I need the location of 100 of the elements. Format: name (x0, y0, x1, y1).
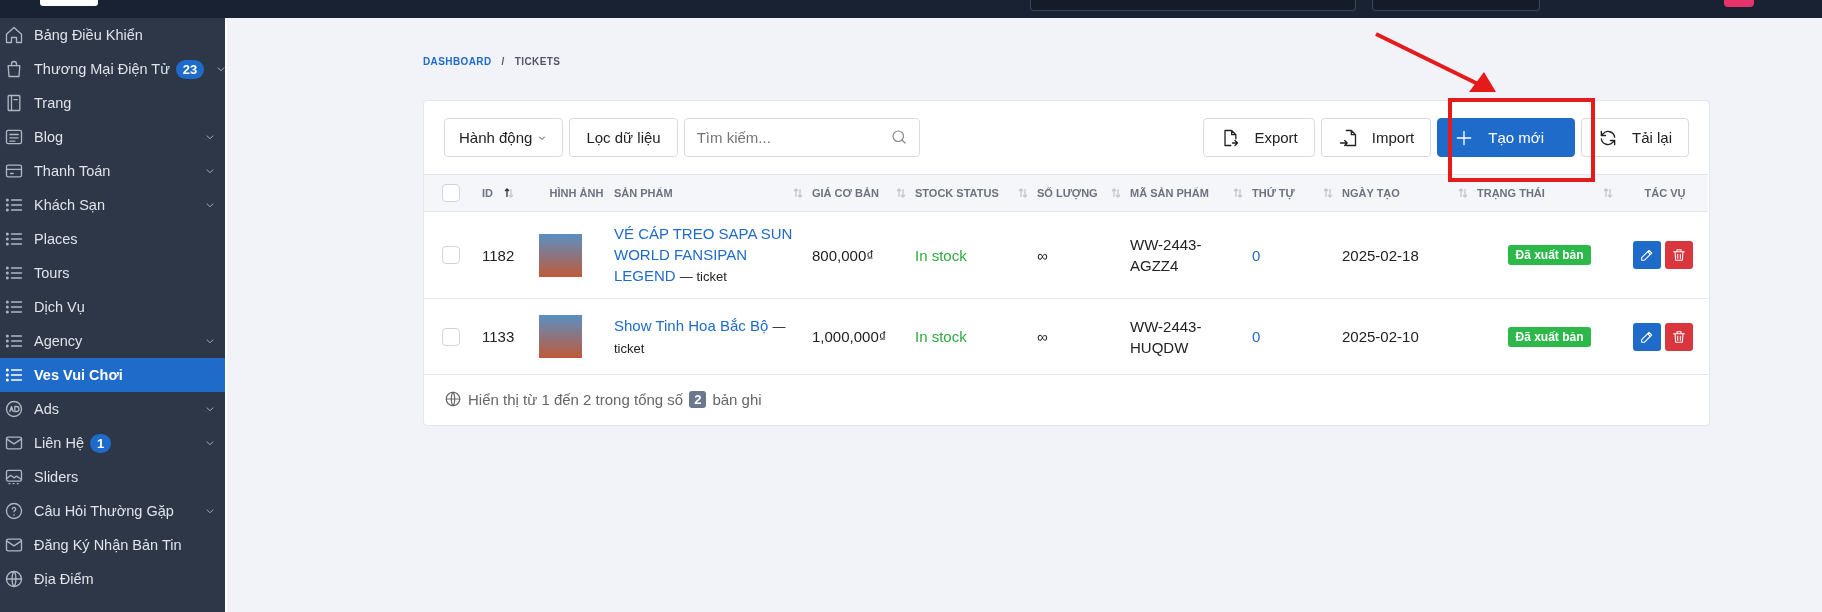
sidebar-label: Tours (34, 265, 70, 281)
order-link[interactable]: 0 (1252, 328, 1261, 345)
sort-icon[interactable] (1017, 187, 1029, 199)
sidebar-label: Địa Điểm (34, 571, 94, 587)
sidebar-item[interactable]: Bảng Điều Khiển (0, 18, 225, 52)
sidebar-label: Câu Hỏi Thường Gặp (34, 503, 174, 519)
sort-ascending-icon[interactable] (503, 187, 515, 199)
sidebar-label: Sliders (34, 469, 79, 485)
breadcrumb-link[interactable]: DASHBOARD (423, 55, 492, 67)
column-header: STOCK STATUS (915, 187, 999, 199)
search-icon (889, 128, 908, 146)
sidebar-item[interactable]: Ads (0, 392, 225, 426)
reload-button[interactable]: Tải lại (1581, 118, 1689, 157)
file-import-icon (1337, 127, 1358, 148)
column-header: TRẠNG THÁI (1477, 187, 1545, 199)
count-badge: 1 (90, 433, 112, 453)
photo-placeholder (539, 233, 582, 277)
globe-icon (444, 390, 462, 408)
column-header: MÃ SẢN PHẨM (1130, 187, 1209, 199)
column-header: SỐ LƯỢNG (1037, 187, 1098, 199)
select-all-checkbox[interactable] (442, 184, 460, 202)
table-cell: 1182 (482, 246, 515, 264)
sidebar-label: Trang (34, 95, 72, 111)
sidebar-item[interactable]: Dịch Vụ (0, 290, 225, 324)
table-cell: ∞ (1037, 328, 1048, 345)
logo (40, 0, 98, 6)
create-button[interactable]: Tạo mới (1437, 118, 1575, 157)
import-button[interactable]: Import (1320, 118, 1432, 157)
sidebar-item[interactable]: Blog (0, 120, 225, 154)
filter-button[interactable]: Lọc dữ liệu (569, 118, 678, 157)
trash-icon (1671, 247, 1687, 263)
count-badge: 2 (689, 390, 707, 408)
home-icon (4, 25, 24, 45)
sidebar-item[interactable]: Agency (0, 324, 225, 358)
pencil-icon (1639, 247, 1655, 263)
product-name[interactable]: VÉ CÁP TREO SAPA SUN WORLD FANSIPAN LEGEND — ticket (614, 223, 812, 287)
sort-icon[interactable] (1232, 187, 1244, 199)
order-link[interactable]: 0 (1252, 246, 1261, 264)
sort-icon[interactable] (1322, 187, 1334, 199)
globe-icon (4, 569, 24, 589)
sidebar-label: Thương Mại Điện Tử (34, 61, 170, 77)
table-cell: 2025-02-18 (1342, 246, 1419, 264)
row-checkbox[interactable] (442, 327, 460, 346)
table-cell: 1133 (482, 328, 515, 345)
sidebar-label: Khách Sạn (34, 197, 105, 213)
sidebar-item[interactable]: Khách Sạn (0, 188, 225, 222)
sidebar-item[interactable]: Liên Hệ 1 (0, 426, 225, 460)
edit-button[interactable] (1633, 241, 1661, 269)
count-badge: 23 (175, 59, 205, 79)
table-cell-text: WW-2443-HUQDW (1130, 316, 1203, 358)
sort-icon[interactable] (1457, 187, 1469, 199)
sidebar-label: Dịch Vụ (34, 299, 85, 315)
sidebar-label: Ads (34, 401, 59, 417)
actions-dropdown[interactable]: Hành động (444, 118, 564, 157)
table-cell: 2025-02-10 (1342, 328, 1419, 345)
export-button[interactable]: Export (1203, 118, 1315, 157)
column-header: SẢN PHẨM (614, 187, 673, 199)
sort-icon[interactable] (792, 187, 804, 199)
column-header: ID (482, 187, 493, 199)
breadcrumb-separator: / (501, 55, 505, 67)
sidebar-item[interactable]: Địa Điểm (0, 562, 225, 596)
column-header: THỨ TỰ (1252, 187, 1295, 199)
delete-button[interactable] (1665, 322, 1693, 351)
sidebar-label: Thanh Toán (34, 163, 111, 179)
row-checkbox[interactable] (442, 246, 460, 264)
column-header: HÌNH ẢNH (549, 187, 604, 199)
photo-placeholder (539, 315, 582, 358)
sidebar-item[interactable]: Đăng Ký Nhận Bản Tin (0, 528, 225, 562)
sidebar-item[interactable]: Ves Vui Chơi (0, 358, 225, 392)
stock-status: In stock (915, 246, 967, 264)
sidebar-label: Bảng Điều Khiển (34, 27, 143, 43)
sort-icon[interactable] (895, 187, 907, 199)
avatar[interactable] (1724, 0, 1754, 7)
sort-icon[interactable] (1110, 187, 1122, 199)
sidebar-label: Đăng Ký Nhận Bản Tin (34, 537, 182, 553)
table-cell: ∞ (1037, 246, 1048, 264)
stock-status: In stock (915, 328, 967, 345)
status-badge: Đã xuất bản (1508, 245, 1591, 265)
sidebar-item[interactable]: Thương Mại Điện Tử 23 (0, 52, 225, 86)
table-cell: 800,000₫ (812, 246, 874, 264)
edit-button[interactable] (1633, 322, 1661, 351)
column-header: TÁC VỤ (1644, 187, 1686, 199)
status-badge: Đã xuất bản (1508, 326, 1591, 347)
sidebar-label: Liên Hệ (34, 435, 84, 451)
sidebar-item[interactable]: Sliders (0, 460, 225, 494)
sidebar-label: Ves Vui Chơi (34, 367, 123, 383)
delete-button[interactable] (1665, 241, 1693, 269)
column-header: NGÀY TẠO (1342, 187, 1400, 199)
column-header: GIÁ CƠ BẢN (812, 187, 879, 199)
product-name[interactable]: Show Tinh Hoa Bắc Bộ — ticket (614, 314, 812, 359)
sidebar-label: Blog (34, 129, 64, 145)
sort-icon[interactable] (1602, 187, 1614, 199)
sidebar-item[interactable]: Places (0, 222, 225, 256)
sidebar-item[interactable]: Thanh Toán (0, 154, 225, 188)
sidebar-item[interactable]: Trang (0, 86, 225, 120)
sidebar-item[interactable]: Câu Hỏi Thường Gặp (0, 494, 225, 528)
image-icon (4, 467, 24, 487)
sidebar-item[interactable]: Tours (0, 256, 225, 290)
help-icon (4, 501, 24, 521)
trash-icon (1671, 328, 1687, 345)
